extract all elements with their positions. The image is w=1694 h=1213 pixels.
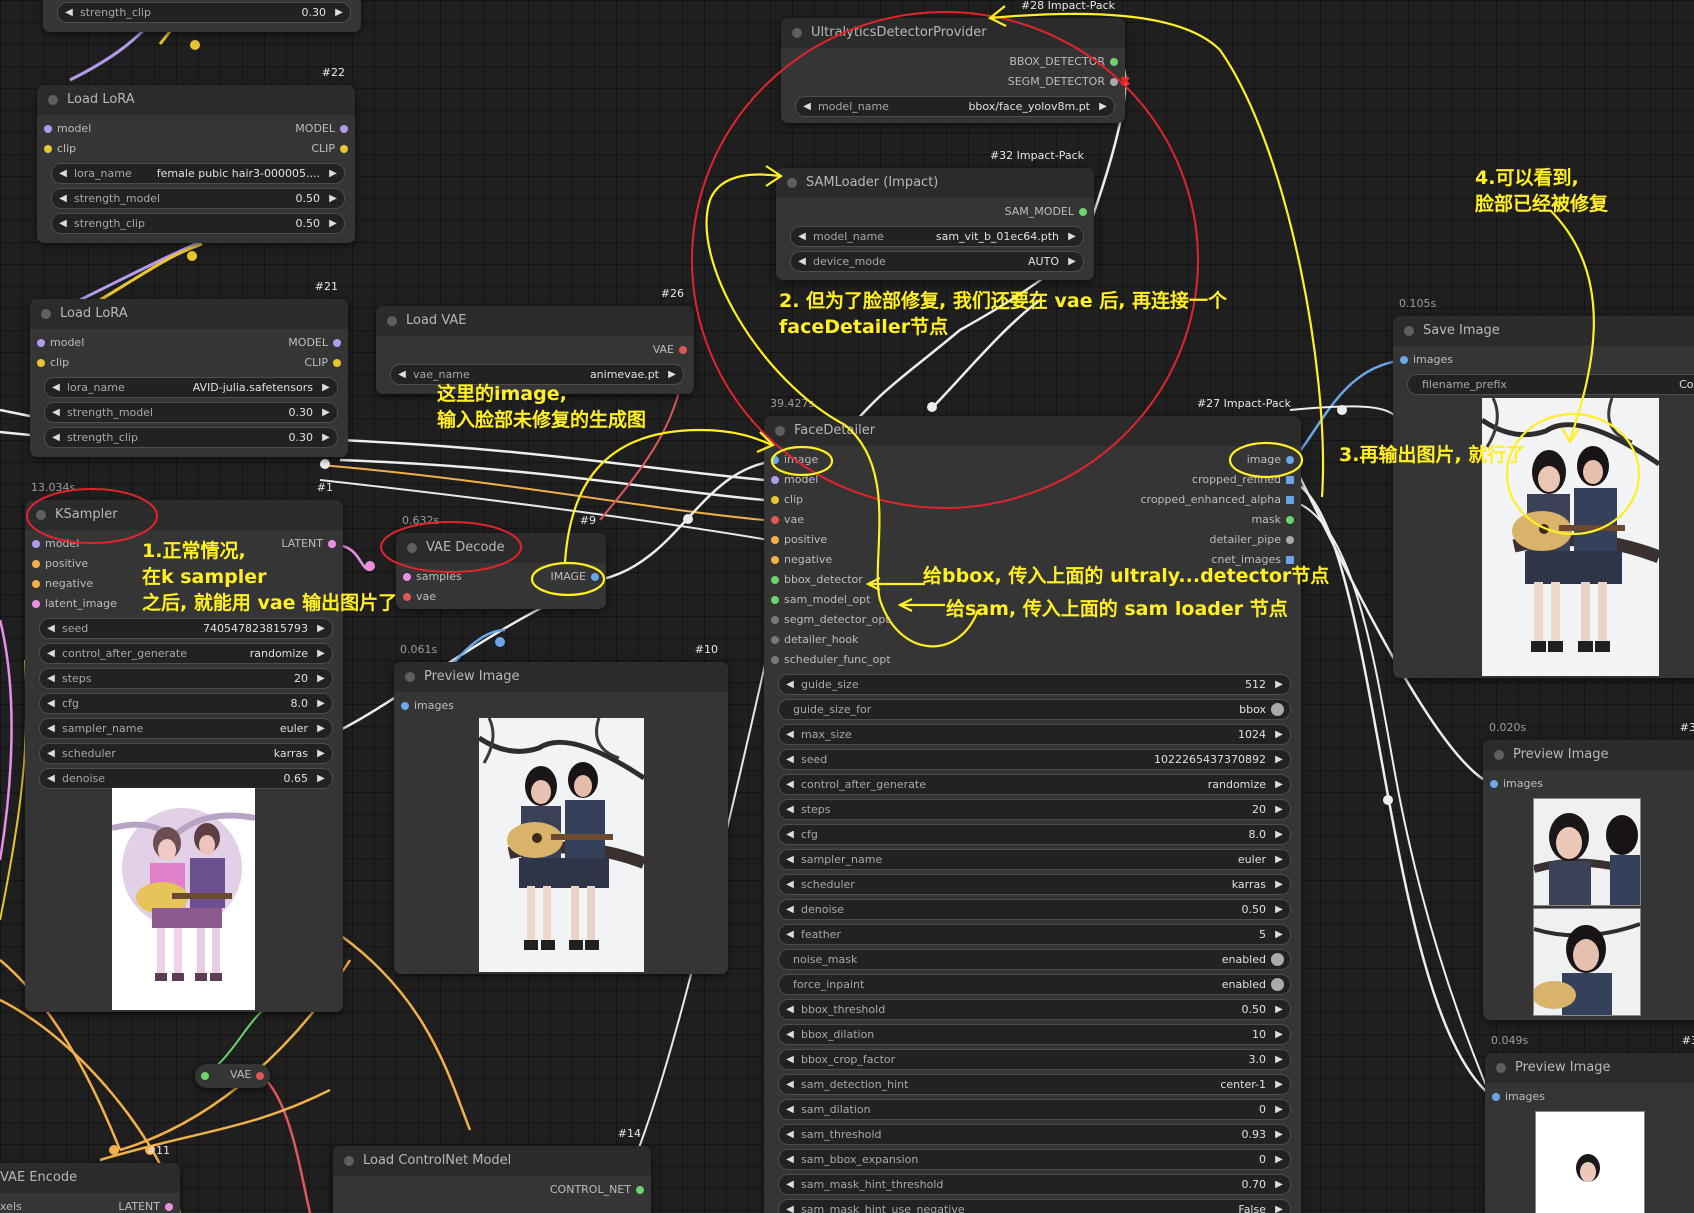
annotation-ksampler-note: 1.正常情况, 在k sampler 之后, 就能用 vae 输出图片了 [142,540,398,614]
annotation-sam-note: 给sam, 传入上面的 sam loader 节点 [946,598,1288,620]
red-circle-ksampler [26,488,158,544]
red-circle-facedetailer-inputs [691,11,1199,509]
yellow-arrow-to-face [1549,209,1595,441]
yellow-circle-facedetailer-image-input [770,445,834,477]
yellow-arrow-to-ultra [989,12,1325,498]
red-circle-vae-decode [380,521,522,573]
annotation-bbox-note: 给bbox, 传入上面的 ultraly...detector节点 [923,565,1330,587]
annotation-output-note: 3.再输出图片, 就行了 [1339,444,1526,466]
annotation-face-fixed-note: 4.可以看到, 脸部已经被修复 [1475,167,1609,215]
annotation-image-input-note: 这里的image, 输入脸部未修复的生成图 [437,383,647,431]
yellow-arrow-image-to-facedetailer [563,428,773,563]
yellow-circle-image-output [530,561,606,597]
node-graph-canvas[interactable]: ◀ strength_clip 0.30 ▶ #22 Load LoRA model M… [0,0,1694,1213]
annotation-facedetailer-note: 2. 但为了脸部修复, 我们还要在 vae 后, 再连接一个 faceDetai… [779,290,1228,338]
yellow-circle-facedetailer-image-output [1228,441,1304,479]
